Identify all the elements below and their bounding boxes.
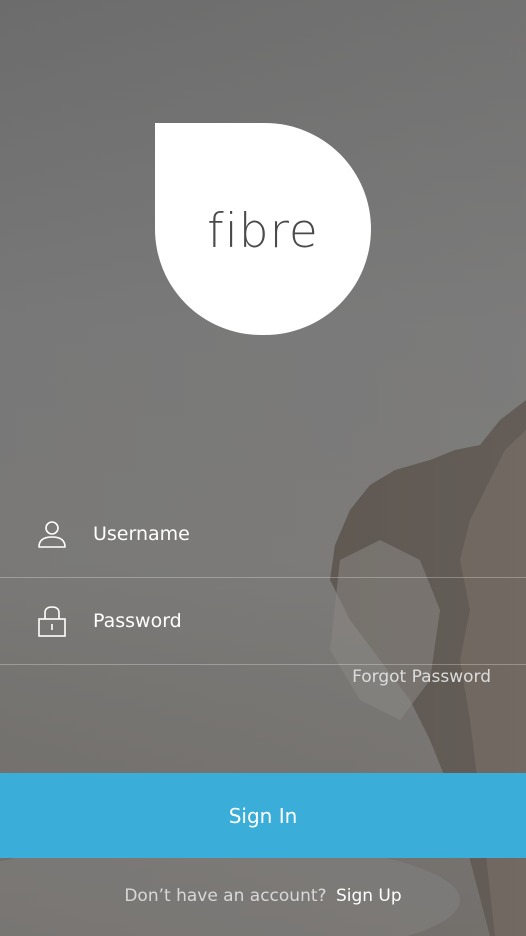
lock-icon (37, 605, 67, 637)
login-screen: fibre Forgot Password Sign In Don’t have… (0, 0, 526, 936)
signup-prompt-text: Don’t have an account? (124, 886, 327, 906)
fibre-logo: fibre (155, 123, 371, 335)
password-input[interactable] (91, 609, 475, 633)
sign-in-button[interactable]: Sign In (0, 773, 526, 858)
password-field[interactable] (0, 578, 526, 665)
logo-text: fibre (207, 203, 319, 259)
forgot-password-link[interactable]: Forgot Password (352, 667, 491, 687)
sign-up-link[interactable]: Sign Up (336, 886, 402, 906)
user-icon (37, 518, 67, 550)
username-input[interactable] (91, 522, 475, 546)
username-field[interactable] (0, 491, 526, 578)
signup-prompt: Don’t have an account? Sign Up (0, 886, 526, 906)
